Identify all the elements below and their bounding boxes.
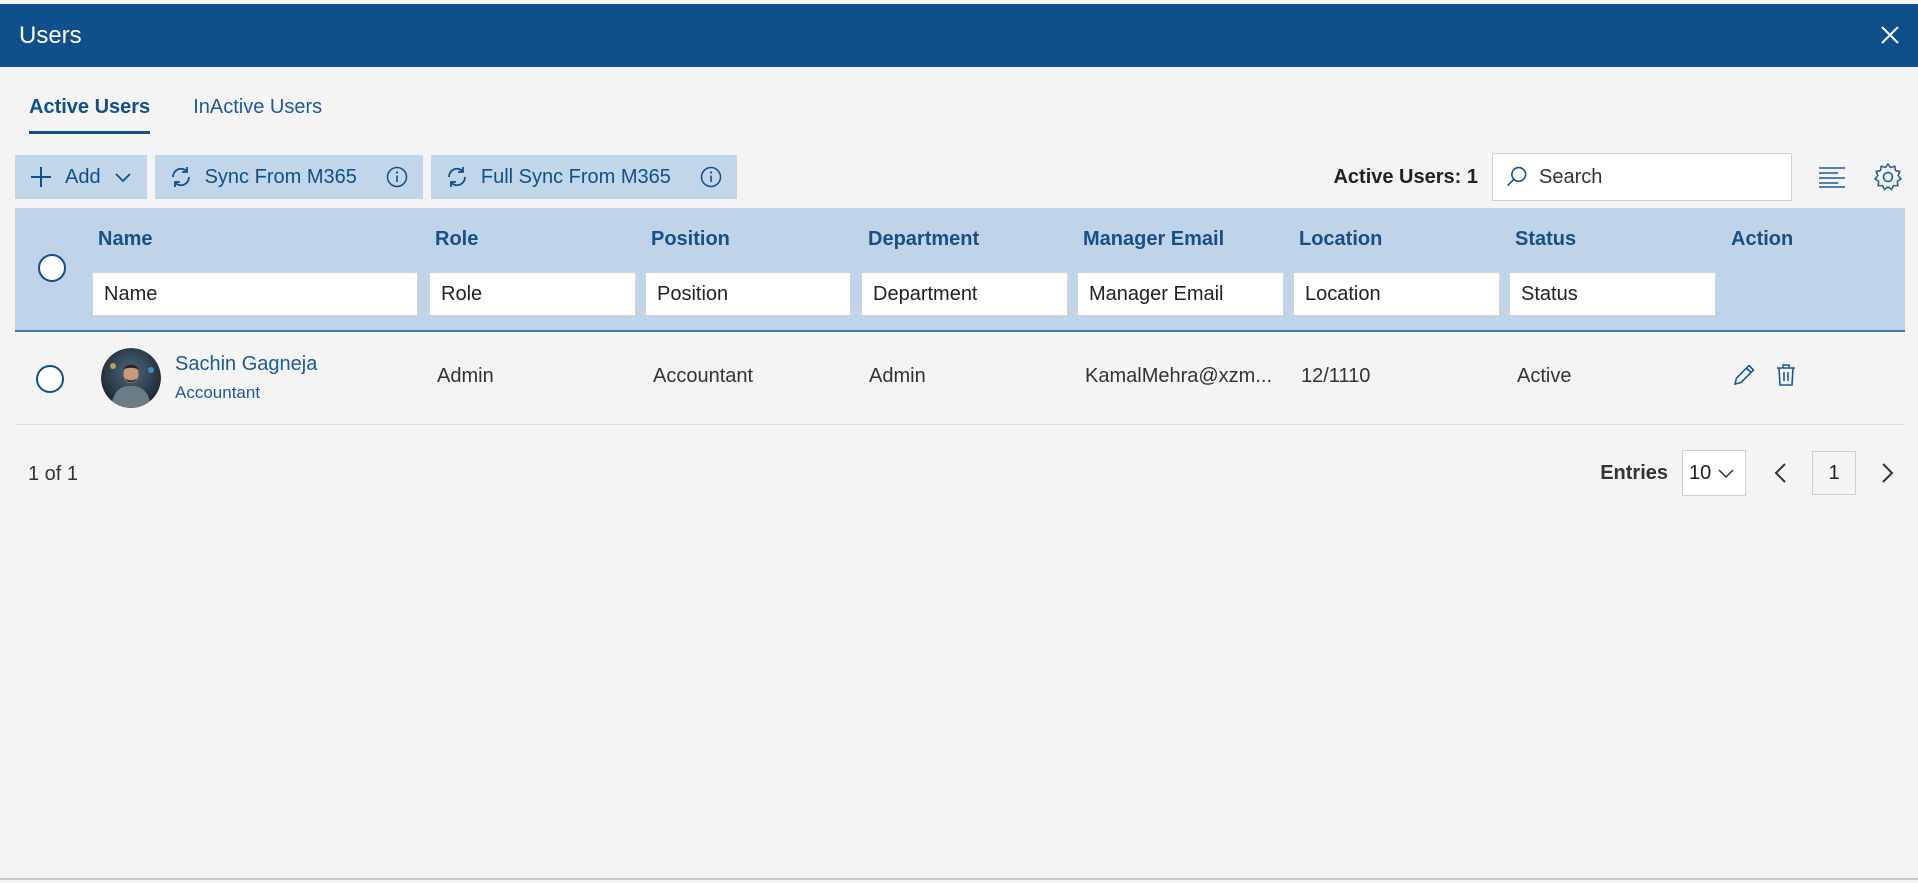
table-header: Name Role Position Department Manager Em… — [15, 208, 1905, 332]
role-cell: Admin — [437, 365, 494, 387]
column-header-position: Position — [651, 228, 730, 250]
table-row[interactable]: Sachin Gagneja Accountant Admin Accounta… — [15, 333, 1905, 425]
sync-button-label: Sync From M365 — [204, 165, 357, 188]
location-cell: 12/1110 — [1301, 365, 1371, 387]
toolbar: Add Sync From M365 Full Sync From M365 — [15, 155, 737, 199]
name-filter-input[interactable] — [92, 272, 418, 316]
role-filter-input[interactable] — [429, 272, 636, 316]
status-filter-input[interactable] — [1509, 272, 1716, 316]
add-button[interactable]: Add — [15, 155, 147, 199]
close-icon[interactable] — [1874, 19, 1906, 51]
sync-icon — [447, 167, 466, 187]
title-bar: Users — [0, 4, 1918, 67]
page-size-value: 10 — [1689, 461, 1712, 484]
search-box[interactable] — [1492, 153, 1792, 201]
pagination-summary: 1 of 1 — [28, 463, 79, 485]
previous-page-icon[interactable] — [1768, 460, 1794, 486]
plus-icon — [31, 167, 51, 187]
department-filter-input[interactable] — [861, 272, 1068, 316]
position-cell: Accountant — [653, 365, 754, 387]
column-layout-icon[interactable] — [1816, 161, 1848, 193]
chevron-down-icon — [1718, 469, 1734, 479]
column-header-location: Location — [1299, 228, 1383, 250]
avatar — [101, 348, 161, 408]
entries-label: Entries — [1600, 461, 1668, 484]
page-number-button[interactable]: 1 — [1812, 451, 1856, 495]
status-cell: Active — [1517, 365, 1572, 387]
user-subtitle: Accountant — [175, 383, 261, 402]
column-header-role: Role — [435, 228, 479, 250]
page-size-select[interactable]: 10 — [1682, 450, 1746, 496]
gear-icon[interactable] — [1872, 161, 1904, 193]
manager-email-filter-input[interactable] — [1077, 272, 1284, 316]
search-input[interactable] — [1539, 165, 1779, 189]
search-icon — [1507, 166, 1527, 187]
chevron-down-icon — [114, 173, 131, 183]
column-header-manager-email: Manager Email — [1083, 228, 1225, 250]
sync-icon — [171, 167, 190, 187]
delete-icon[interactable] — [1772, 361, 1800, 389]
select-all-checkbox[interactable] — [38, 254, 66, 282]
active-users-count: Active Users: 1 — [1333, 165, 1478, 188]
department-cell: Admin — [869, 365, 926, 387]
manager-email-cell: KamalMehra@xzm... — [1085, 365, 1273, 387]
info-icon[interactable] — [699, 165, 723, 189]
add-button-label: Add — [65, 165, 101, 188]
edit-icon[interactable] — [1730, 361, 1758, 389]
column-header-action: Action — [1731, 228, 1794, 250]
tab-inactive-users[interactable]: InActive Users — [193, 88, 322, 134]
column-header-status: Status — [1515, 228, 1577, 250]
position-filter-input[interactable] — [645, 272, 851, 316]
sync-button[interactable]: Sync From M365 — [154, 155, 423, 199]
info-icon[interactable] — [385, 165, 409, 189]
full-sync-button-label: Full Sync From M365 — [480, 165, 671, 188]
location-filter-input[interactable] — [1293, 272, 1500, 316]
column-header-department: Department — [868, 228, 980, 250]
toolbar-right: Active Users: 1 — [1333, 153, 1904, 201]
full-sync-button[interactable]: Full Sync From M365 — [430, 155, 737, 199]
tab-active-users[interactable]: Active Users — [29, 88, 151, 134]
column-header-name: Name — [98, 228, 153, 250]
next-page-icon[interactable] — [1874, 460, 1900, 486]
divider — [0, 878, 1918, 880]
user-name-link[interactable]: Sachin Gagneja — [175, 353, 317, 376]
tab-bar: Active Users InActive Users — [29, 88, 365, 134]
pagination: Entries 10 1 — [1600, 450, 1900, 496]
row-checkbox[interactable] — [36, 365, 64, 393]
window-title: Users — [19, 21, 82, 49]
